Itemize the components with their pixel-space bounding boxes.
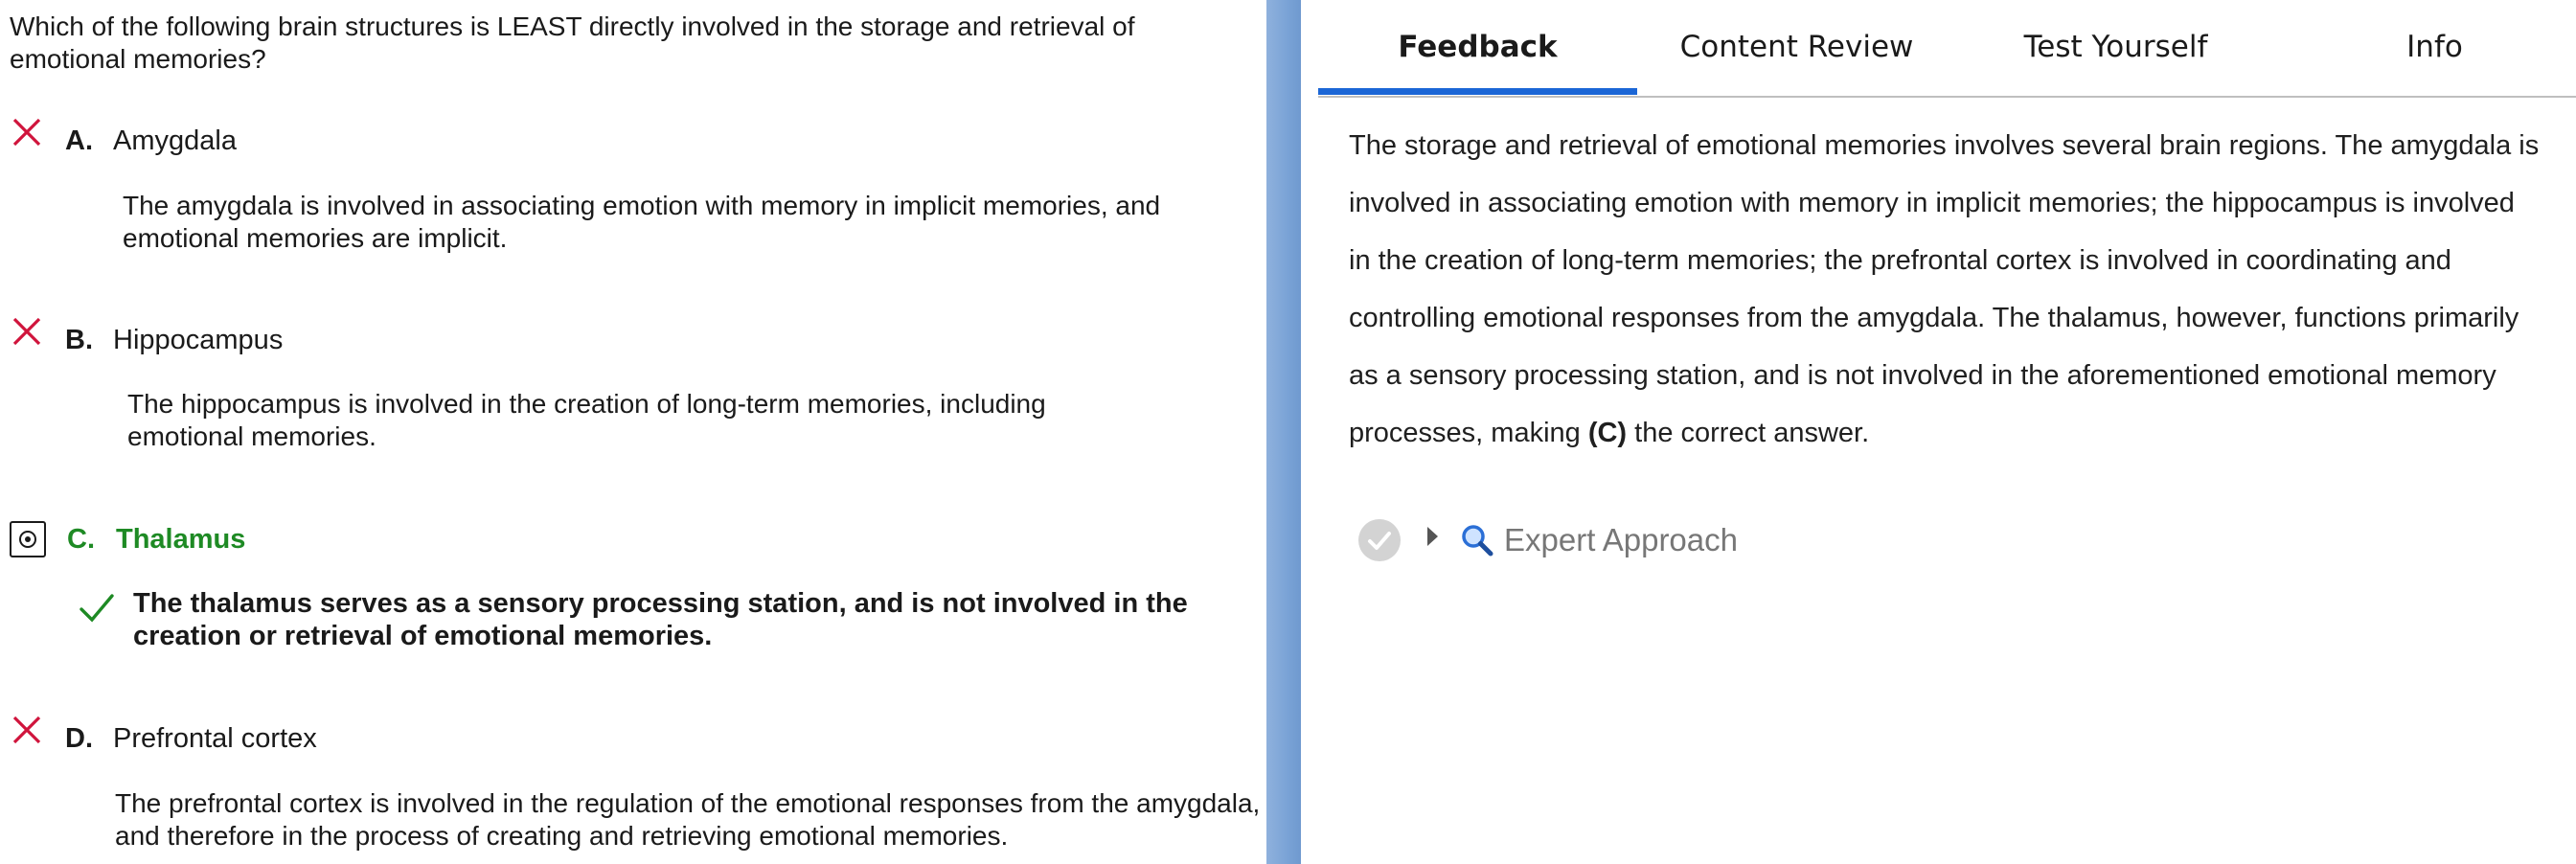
- radio-ring-icon: [19, 531, 36, 548]
- correct-check-icon: [79, 592, 115, 625]
- option-d-letter[interactable]: D.: [65, 721, 93, 756]
- incorrect-x-icon: [11, 316, 42, 347]
- option-c-label[interactable]: Thalamus: [116, 522, 245, 557]
- feedback-text-end: the correct answer.: [1627, 418, 1870, 448]
- question-panel: Which of the following brain structures …: [0, 0, 1266, 864]
- incorrect-x-icon: [11, 117, 42, 148]
- tab-info[interactable]: Info: [2275, 0, 2576, 94]
- question-text: Which of the following brain structures …: [10, 11, 1135, 74]
- expert-approach-toggle[interactable]: Expert Approach: [1358, 513, 1857, 567]
- option-a-label[interactable]: Amygdala: [113, 124, 237, 158]
- magnifier-icon: [1460, 523, 1494, 557]
- option-c-explanation: The thalamus serves as a sensory process…: [133, 588, 1188, 651]
- option-d-label[interactable]: Prefrontal cortex: [113, 721, 317, 756]
- feedback-panel: Feedback Content Review Test Yourself In…: [1301, 0, 2576, 864]
- check-circle-icon: [1358, 519, 1401, 561]
- option-a-explanation: The amygdala is involved in associating …: [123, 191, 1161, 253]
- selected-radio-button[interactable]: [10, 521, 46, 557]
- feedback-explanation: The storage and retrieval of emotional m…: [1349, 117, 2542, 462]
- option-b-letter[interactable]: B.: [65, 323, 93, 357]
- option-a-letter[interactable]: A.: [65, 124, 93, 158]
- feedback-text-main: The storage and retrieval of emotional m…: [1349, 130, 2540, 448]
- active-tab-indicator: [1318, 88, 1637, 95]
- incorrect-x-icon: [11, 715, 42, 745]
- tab-content-review[interactable]: Content Review: [1637, 0, 1956, 94]
- tab-bar: Feedback Content Review Test Yourself In…: [1318, 0, 2576, 98]
- option-d-explanation: The prefrontal cortex is involved in the…: [115, 788, 1261, 851]
- tab-test-yourself[interactable]: Test Yourself: [1956, 0, 2275, 94]
- tab-feedback[interactable]: Feedback: [1318, 0, 1637, 94]
- expert-approach-label[interactable]: Expert Approach: [1504, 521, 1738, 559]
- option-b-label[interactable]: Hippocampus: [113, 323, 283, 357]
- panel-splitter[interactable]: [1266, 0, 1301, 864]
- option-c-letter[interactable]: C.: [67, 522, 95, 557]
- option-b-explanation: The hippocampus is involved in the creat…: [127, 389, 1046, 451]
- caret-right-icon[interactable]: [1427, 527, 1438, 546]
- feedback-answer-ref: (C): [1587, 418, 1628, 448]
